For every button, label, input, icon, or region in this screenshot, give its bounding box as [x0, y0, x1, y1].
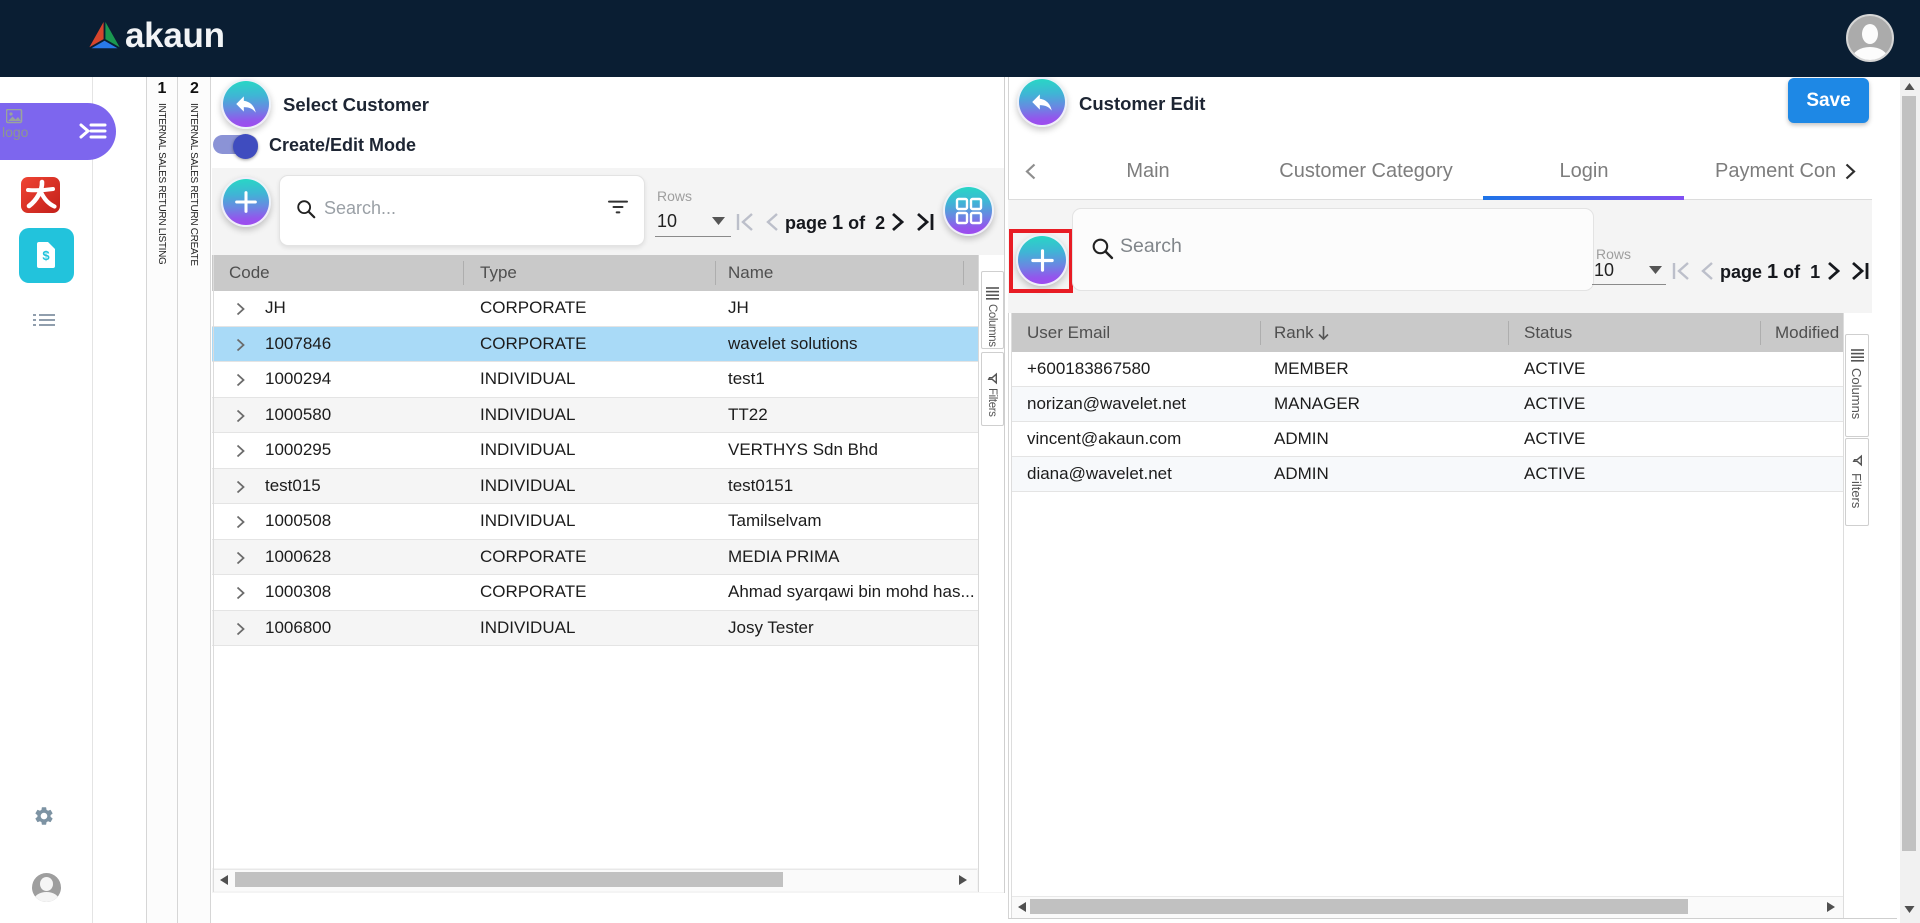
svg-text:$: $: [42, 248, 50, 263]
